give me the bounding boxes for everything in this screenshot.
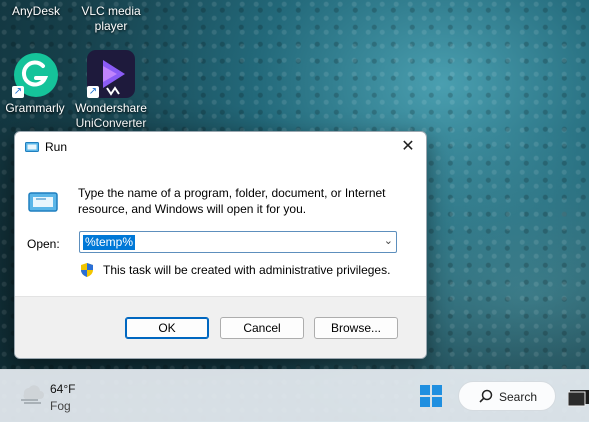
- search-label: Search: [499, 390, 538, 404]
- desktop-icon-vlc-label[interactable]: VLC media player: [78, 4, 144, 34]
- shortcut-arrow-icon: ↗: [12, 86, 24, 98]
- run-dialog-footer: OK Cancel Browse...: [15, 296, 426, 358]
- windows-logo-icon: [420, 385, 442, 407]
- run-large-icon: [28, 190, 58, 219]
- uac-shield-icon: [79, 262, 95, 283]
- browse-button[interactable]: Browse...: [314, 317, 398, 339]
- search-icon: [479, 389, 493, 408]
- run-description: Type the name of a program, folder, docu…: [78, 186, 386, 216]
- weather-temperature[interactable]: 64°F: [50, 382, 75, 396]
- cancel-button[interactable]: Cancel: [220, 317, 304, 339]
- run-app-icon: [25, 140, 39, 158]
- desktop-icon-uniconverter-label[interactable]: Wondershare UniConverter: [70, 101, 152, 131]
- weather-condition[interactable]: Fog: [50, 399, 71, 413]
- ok-button[interactable]: OK: [125, 317, 209, 339]
- fog-weather-icon[interactable]: [18, 382, 44, 409]
- open-input-value[interactable]: %temp%: [83, 235, 136, 250]
- run-dialog-titlebar[interactable]: Run ✕: [15, 132, 426, 162]
- close-icon: ✕: [401, 138, 415, 155]
- close-button[interactable]: ✕: [396, 136, 420, 158]
- taskbar-search[interactable]: Search: [458, 381, 556, 411]
- grammarly-icon[interactable]: ↗: [12, 52, 60, 98]
- run-dialog-title: Run: [45, 140, 68, 154]
- start-button[interactable]: [420, 385, 442, 412]
- chevron-down-icon[interactable]: ⌄: [384, 234, 393, 247]
- open-combobox[interactable]: %temp% ⌄: [79, 231, 397, 253]
- desktop-icon-anydesk-label[interactable]: AnyDesk: [6, 4, 66, 19]
- taskbar-app-icon[interactable]: [567, 386, 589, 408]
- open-label: Open:: [27, 237, 60, 251]
- run-dialog: Run ✕ Type the name of a program, folder…: [14, 131, 427, 359]
- taskbar: 64°F Fog Search: [0, 369, 589, 422]
- desktop-icon-grammarly-label[interactable]: Grammarly: [2, 101, 68, 116]
- wondershare-uniconverter-icon[interactable]: ↗: [87, 50, 135, 98]
- shortcut-arrow-icon: ↗: [87, 86, 99, 98]
- admin-privileges-note: This task will be created with administr…: [103, 263, 391, 277]
